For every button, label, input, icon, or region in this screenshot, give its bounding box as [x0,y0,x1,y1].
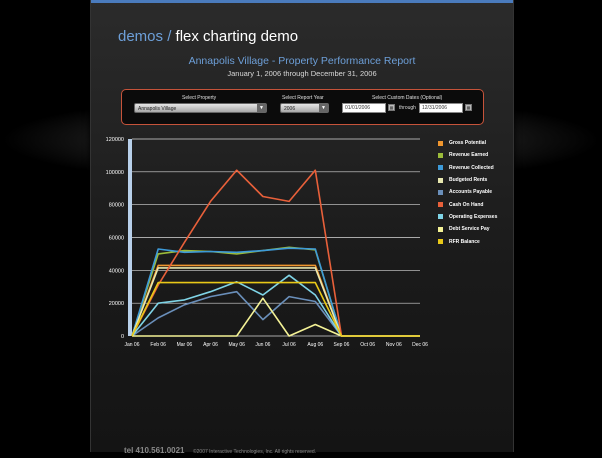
x-tick-label: Feb 06 [150,342,166,348]
series-line-revenue-collected [131,247,420,337]
y-tick-label: 120000 [106,137,124,143]
x-tick-label: Jan 06 [124,342,139,348]
y-tick-label: 20000 [109,301,124,307]
series-line-cash-on-hand [131,169,420,337]
performance-line-chart: 0 20000 40000 60000 80000 100000 120000 Jan 06 F… [106,137,428,348]
series-line-operating-expenses [131,274,420,337]
x-tick-label: Apr 06 [203,342,218,348]
x-tick-label: Mar 06 [177,342,193,348]
y-tick-label: 60000 [109,236,124,242]
series-line-revenue-earned [131,246,420,337]
series-line-debt-service-pay [132,297,420,337]
y-tick-label: 40000 [109,268,124,274]
x-tick-label: Aug 06 [307,342,323,348]
x-tick-label: May 06 [229,342,246,348]
y-tick-label: 80000 [109,203,124,209]
x-tick-label: Nov 06 [386,342,402,348]
y-tick-label: 100000 [106,170,124,176]
x-tick-label: Sep 06 [334,342,350,348]
x-tick-label: Oct 06 [360,342,375,348]
x-tick-label: Jul 06 [282,342,296,348]
x-tick-label: Jun 06 [255,342,270,348]
y-tick-label: 0 [121,334,124,340]
series-line-budgeted-rents [131,267,420,337]
y-axis-bar [128,139,132,336]
x-tick-label: Dec 06 [412,342,428,348]
series-line-accounts-payable [131,290,420,337]
